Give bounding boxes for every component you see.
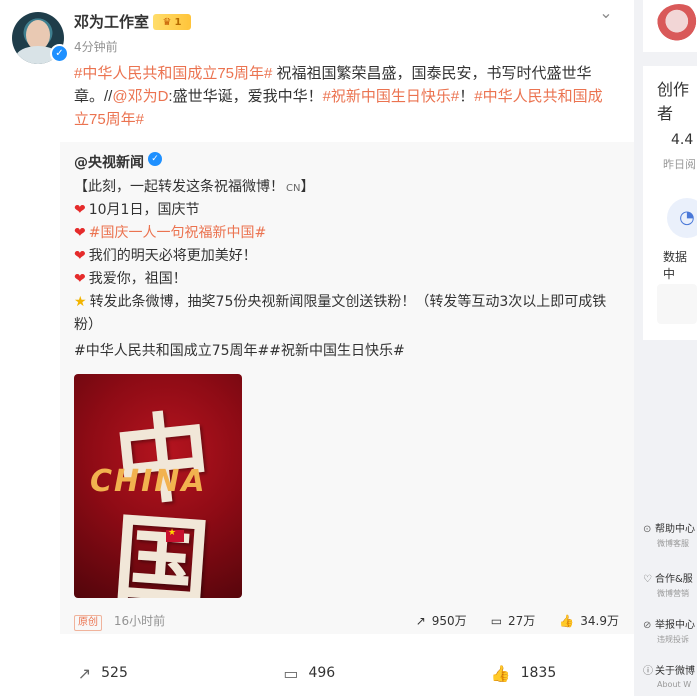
- data-center-label[interactable]: 数据中: [663, 248, 697, 282]
- repost-line: 【此刻，一起转发这条祝福微博！ CN】: [74, 176, 619, 200]
- mention-link[interactable]: @邓为D: [112, 88, 168, 105]
- star-icon: ★: [74, 294, 87, 310]
- repost-text: 我爱你，祖国！: [88, 271, 187, 287]
- help-center-label: 帮助中心: [655, 524, 695, 535]
- repost-line: ❤ 我们的明天必将更加美好！: [74, 245, 619, 268]
- repost-text: 转发此条微博，抽奖75份央视新闻限量文创送铁粉！（转发等互动3次以上即可成铁粉）: [74, 294, 607, 333]
- about-weibo-label: 关于微博: [655, 666, 695, 677]
- creator-stat-label: 昨日阅: [663, 158, 696, 171]
- share-icon: ↗: [77, 663, 92, 683]
- comment-count-value: 27万: [508, 614, 536, 628]
- post-text: #中华人民共和国成立75周年# 祝福祖国繁荣昌盛，国泰民安，书写时代盛世华章。/…: [74, 62, 614, 131]
- repost-line: ❤ 我爱你，祖国！: [74, 268, 619, 291]
- heart-outline-icon: ♡: [643, 574, 652, 585]
- help-center-link[interactable]: ⊙ 帮助中心 微博客服: [643, 520, 697, 549]
- about-weibo-sub: About W: [657, 680, 692, 689]
- report-center-label: 举报中心: [655, 620, 695, 631]
- repost-line: ★ 转发此条微博，抽奖75份央视新闻限量文创送铁粉！（转发等互动3次以上即可成铁粉…: [74, 291, 619, 337]
- post-time[interactable]: 4分钟前: [74, 38, 118, 55]
- alert-icon: ⊘: [643, 620, 652, 631]
- thumbs-up-icon: 👍: [559, 613, 575, 628]
- poster-china-text: CHINA: [90, 464, 207, 499]
- sidebar-placeholder: [657, 284, 697, 324]
- repost-button-count: 525: [101, 665, 128, 681]
- repost-text: 我们的明天必将更加美好！: [88, 248, 257, 264]
- right-sidebar: 创作者 4.4 昨日阅 ◔ 数据中 ⊙ 帮助中心 微博客服 ♡ 合作&服 微博营销 …: [643, 0, 697, 696]
- about-weibo-link[interactable]: ⓘ 关于微博 About W: [643, 662, 697, 689]
- repost-line: ❤ #国庆一人一句祝福新中国#: [74, 222, 619, 245]
- heart-icon: ❤: [74, 202, 86, 218]
- post-body-3: ！: [459, 88, 475, 105]
- creator-title[interactable]: 创作者: [657, 76, 697, 124]
- crown-icon: ♛: [162, 16, 172, 28]
- post-actions: ↗ 525 ▭ 496 👍 1835: [0, 650, 634, 696]
- cn-flag-label: CN: [286, 183, 301, 194]
- repost-text: 10月1日，国庆节: [88, 202, 200, 218]
- help-center-sub: 微博客服: [657, 539, 689, 548]
- info-icon: ⓘ: [643, 666, 653, 677]
- repost-button[interactable]: ↗ 525: [78, 664, 128, 683]
- weibo-post: ✓ 邓为工作室 ♛ 1 4分钟前 ⌄ #中华人民共和国成立75周年# 祝福祖国繁…: [0, 0, 634, 696]
- comment-icon: ▭: [490, 613, 503, 628]
- comment-button[interactable]: ▭ 496: [283, 664, 335, 683]
- like-count-value: 34.9万: [580, 614, 619, 628]
- repost-time[interactable]: 16小时前: [114, 614, 165, 628]
- verified-icon: ✓: [148, 152, 162, 166]
- chevron-down-icon[interactable]: ⌄: [597, 3, 615, 22]
- report-center-link[interactable]: ⊘ 举报中心 违规投诉: [643, 616, 697, 645]
- cooperation-label: 合作&服: [655, 574, 693, 585]
- pie-chart-icon[interactable]: ◔: [667, 198, 697, 238]
- repost-line: ❤ 10月1日，国庆节: [74, 199, 619, 222]
- flag-icon: [166, 528, 184, 542]
- heart-icon: ❤: [74, 271, 86, 287]
- verified-icon: ✓: [50, 44, 69, 63]
- sidebar-profile-card[interactable]: [643, 0, 697, 52]
- comment-icon: ▭: [283, 663, 299, 683]
- report-center-sub: 违规投诉: [657, 635, 689, 644]
- like-button-count: 1835: [520, 665, 557, 681]
- author-name[interactable]: 邓为工作室: [74, 11, 149, 32]
- heart-icon: ❤: [74, 225, 86, 241]
- comment-button-count: 496: [308, 665, 336, 681]
- post-body-2: :盛世华诞，爱我中华！: [168, 88, 323, 105]
- comment-count[interactable]: ▭ 27万: [491, 612, 536, 629]
- repost-text: 【此刻，一起转发这条祝福微博！: [74, 179, 284, 195]
- creator-card[interactable]: 创作者 4.4 昨日阅 ◔ 数据中: [643, 66, 697, 340]
- poster-image[interactable]: 中 国 CHINA: [74, 374, 242, 598]
- share-icon: ↗: [415, 613, 426, 628]
- repost-text: 】: [300, 179, 315, 195]
- repost-card[interactable]: @央视新闻 ✓ 【此刻，一起转发这条祝福微博！ CN】 ❤ 10月1日，国庆节 ❤ #…: [60, 142, 634, 634]
- hashtag-link[interactable]: #国庆一人一句祝福新中国#: [89, 225, 266, 241]
- repost-count-value: 950万: [431, 614, 467, 628]
- hashtag-link[interactable]: #中华人民共和国成立75周年#: [74, 65, 272, 82]
- thumbs-up-icon: 👍: [490, 663, 511, 683]
- like-button[interactable]: 👍 1835: [491, 664, 557, 683]
- cooperation-link[interactable]: ♡ 合作&服 微博营销: [643, 570, 697, 599]
- like-count[interactable]: 👍 34.9万: [559, 612, 619, 629]
- hashtag-link[interactable]: #祝新中国生日快乐#: [323, 88, 460, 105]
- cooperation-sub: 微博营销: [657, 589, 689, 598]
- repost-count[interactable]: ↗ 950万: [416, 612, 467, 629]
- repost-hashtags[interactable]: #中华人民共和国成立75周年##祝新中国生日快乐#: [74, 340, 619, 363]
- member-badge[interactable]: ♛ 1: [153, 14, 191, 30]
- repost-stats: ↗ 950万 ▭ 27万 👍 34.9万: [416, 612, 619, 629]
- original-tag: 原创: [74, 615, 102, 631]
- creator-stat-value: 4.4: [671, 132, 694, 148]
- sticker-avatar: [657, 4, 697, 42]
- heart-icon: ❤: [74, 248, 86, 264]
- repost-author[interactable]: @央视新闻: [74, 152, 144, 172]
- help-icon: ⊙: [643, 524, 652, 535]
- repost-meta: 原创 16小时前 ↗ 950万 ▭ 27万 👍 34.9万: [74, 612, 619, 632]
- badge-level: 1: [174, 16, 182, 28]
